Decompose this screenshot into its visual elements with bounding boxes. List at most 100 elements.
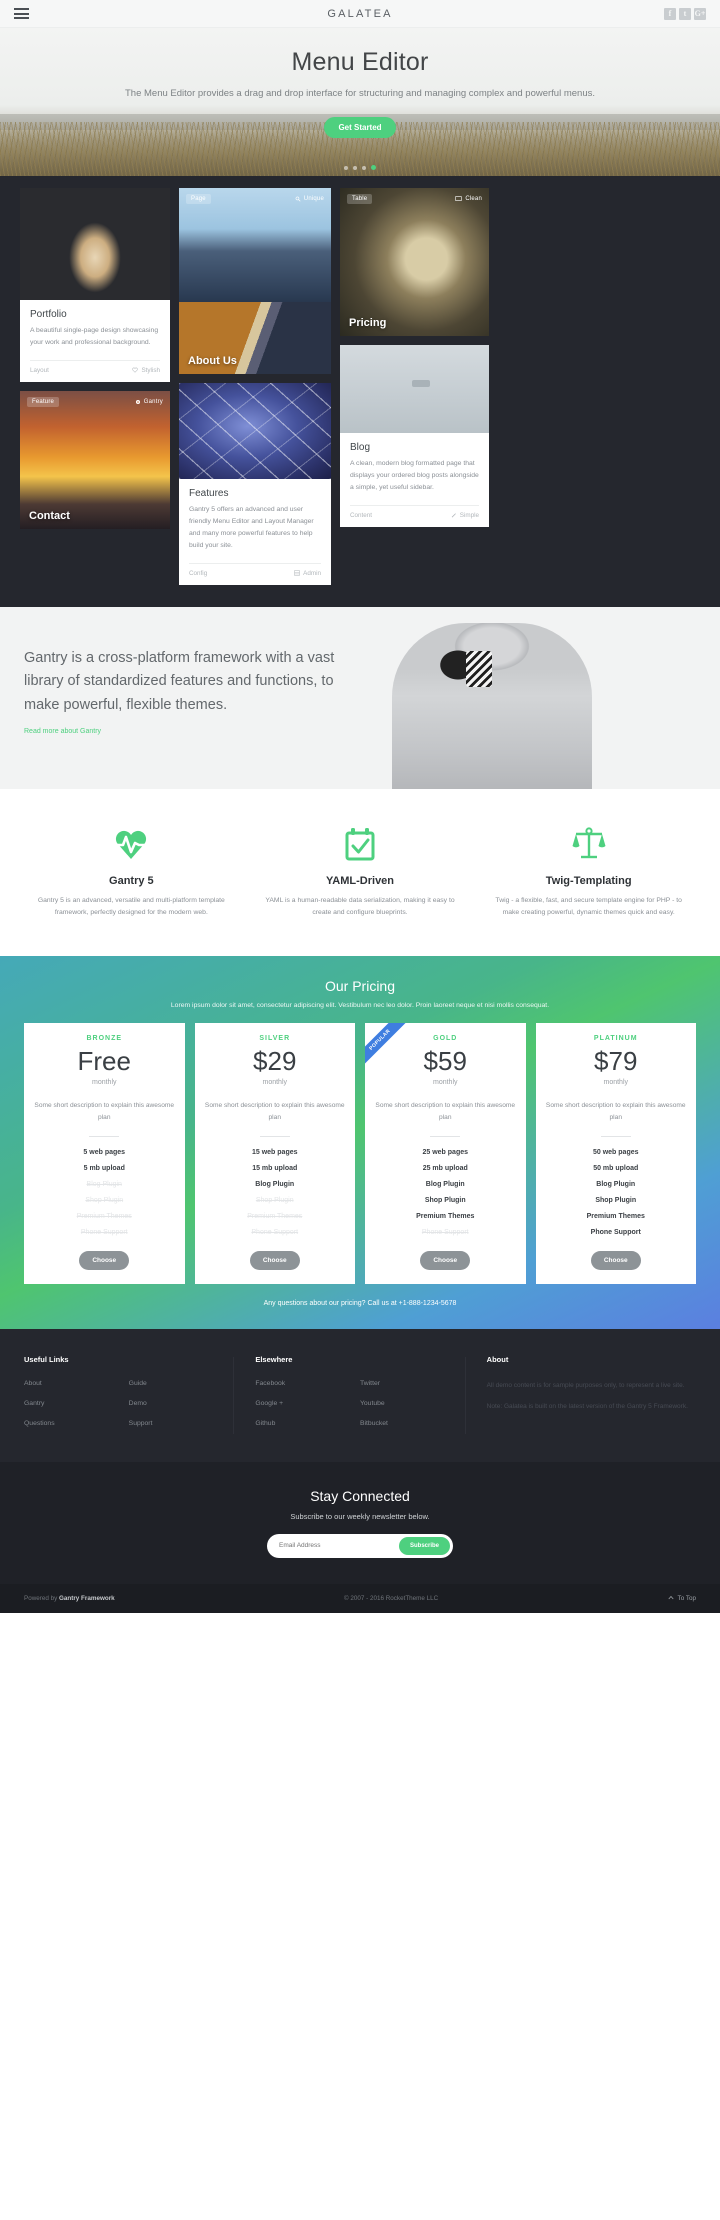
card-foot-right: Admin xyxy=(303,569,321,577)
plan-feature-disabled: Blog Plugin xyxy=(86,1180,122,1188)
card-foot-left: Config xyxy=(189,569,208,577)
card-text: A clean, modern blog formatted page that… xyxy=(350,460,479,491)
footer-useful-links: Useful Links About Guide Gantry Demo Que… xyxy=(24,1355,233,1440)
showcase-card-features[interactable]: Features Gantry 5 offers an advanced and… xyxy=(179,383,331,585)
tile-chip-right-label: Gantry xyxy=(143,398,163,405)
pricing-section: Our Pricing Lorem ipsum dolor sit amet, … xyxy=(0,956,720,1329)
tile-chip-right: Clean xyxy=(455,194,482,204)
showcase-grid: Portfolio A beautiful single-page design… xyxy=(0,176,720,607)
footer-link-support[interactable]: Support xyxy=(129,1420,234,1427)
get-started-button[interactable]: Get Started xyxy=(324,116,396,138)
feature-yaml: YAML-Driven YAML is a human-readable dat… xyxy=(253,823,468,921)
read-more-link[interactable]: Read more about Gantry xyxy=(24,728,101,735)
grid-icon xyxy=(294,570,300,576)
plan-price: $29 xyxy=(253,1046,297,1077)
feature-gantry5: Gantry 5 Gantry 5 is an advanced, versat… xyxy=(24,823,239,921)
hero-subtitle: The Menu Editor provides a drag and drop… xyxy=(125,88,595,99)
plan-feature: Shop Plugin xyxy=(424,1196,466,1204)
footer-link-gantry[interactable]: Gantry xyxy=(24,1400,129,1407)
twitter-icon[interactable]: t xyxy=(679,7,691,20)
tile-caption: Contact xyxy=(29,509,70,522)
pricing-plan-silver: SILVER $29 monthly Some short descriptio… xyxy=(194,1023,355,1284)
pricing-plan-bronze: BRONZE Free monthly Some short descripti… xyxy=(24,1023,185,1284)
plan-price: $79 xyxy=(594,1046,638,1077)
gear-icon xyxy=(135,399,140,404)
hero-title: Menu Editor xyxy=(291,48,429,76)
calendar-check-icon xyxy=(253,823,468,865)
slider-dot-1[interactable] xyxy=(344,165,348,170)
plan-feature-disabled: Premium Themes xyxy=(76,1212,132,1220)
showcase-tile-contact[interactable]: Feature Gantry Contact xyxy=(20,390,170,529)
site-footer: Useful Links About Guide Gantry Demo Que… xyxy=(0,1328,720,1462)
heart-icon xyxy=(132,367,139,373)
powered-brand[interactable]: Gantry Framework xyxy=(59,1595,115,1602)
intro-section: Gantry is a cross-platform framework wit… xyxy=(0,606,720,789)
plan-name: PLATINUM xyxy=(593,1035,638,1043)
slider-dot-3[interactable] xyxy=(362,165,366,170)
heartbeat-icon xyxy=(24,823,239,865)
about-image xyxy=(179,188,331,374)
footer-link-youtube[interactable]: Youtube xyxy=(360,1400,465,1407)
slider-dot-4-active[interactable] xyxy=(371,165,376,170)
newsletter-section: Stay Connected Subscribe to our weekly n… xyxy=(0,1461,720,1584)
plan-feature: Blog Plugin xyxy=(596,1180,636,1188)
tile-chip-left: Feature xyxy=(27,396,60,407)
footer-link-questions[interactable]: Questions xyxy=(24,1420,129,1427)
plan-feature-disabled: Phone Support xyxy=(251,1228,299,1236)
subscribe-button[interactable]: Subscribe xyxy=(398,1536,450,1555)
plan-feature-disabled: Shop Plugin xyxy=(255,1196,294,1204)
showcase-card-blog[interactable]: Blog A clean, modern blog formatted page… xyxy=(340,345,489,527)
features-section: Gantry 5 Gantry 5 is an advanced, versat… xyxy=(0,788,720,957)
divider xyxy=(430,1135,461,1137)
plan-description: Some short description to explain this a… xyxy=(545,1102,686,1121)
tile-chip-right-label: Clean xyxy=(465,196,482,202)
hero-section: Menu Editor The Menu Editor provides a d… xyxy=(0,28,720,176)
plan-feature: Phone Support xyxy=(590,1228,641,1236)
to-top-button[interactable]: To Top xyxy=(667,1595,696,1602)
plan-name: GOLD xyxy=(433,1035,458,1043)
footer-about: About All demo content is for sample pur… xyxy=(464,1355,696,1440)
feature-text: Gantry 5 is an advanced, versatile and m… xyxy=(37,896,225,917)
footer-link-twitter[interactable]: Twitter xyxy=(360,1380,465,1387)
plan-feature-disabled: Premium Themes xyxy=(247,1212,303,1220)
choose-button[interactable]: Choose xyxy=(79,1250,130,1270)
footer-about-p2: Note: Galatea is built on the latest ver… xyxy=(486,1403,688,1411)
intro-heading: Gantry is a cross-platform framework wit… xyxy=(24,649,335,713)
footer-heading: Elsewhere xyxy=(255,1354,293,1364)
footer-heading: Useful Links xyxy=(24,1354,69,1364)
plan-feature: 25 mb upload xyxy=(422,1164,468,1172)
footer-link-bitbucket[interactable]: Bitbucket xyxy=(360,1420,465,1427)
slider-dot-2[interactable] xyxy=(353,165,357,170)
site-brand[interactable]: GALATEA xyxy=(0,8,720,20)
plan-price: Free xyxy=(77,1046,131,1077)
showcase-card-portfolio[interactable]: Portfolio A beautiful single-page design… xyxy=(20,188,170,382)
plan-feature: 15 web pages xyxy=(251,1148,298,1156)
showcase-tile-pricing[interactable]: Table Clean Pricing xyxy=(340,188,489,336)
plan-feature: 50 mb upload xyxy=(593,1164,639,1172)
google-plus-icon[interactable]: G+ xyxy=(694,7,706,20)
choose-button[interactable]: Choose xyxy=(420,1250,471,1270)
choose-button[interactable]: Choose xyxy=(249,1250,300,1270)
card-text: Gantry 5 offers an advanced and user fri… xyxy=(189,506,314,549)
showcase-tile-about[interactable]: Page Unique About Us xyxy=(179,188,331,374)
chevron-up-icon xyxy=(667,1596,674,1600)
footer-link-about[interactable]: About xyxy=(24,1380,129,1387)
facebook-icon[interactable]: f xyxy=(664,7,676,20)
scales-icon xyxy=(481,823,696,865)
footer-link-googleplus[interactable]: Google + xyxy=(255,1400,360,1407)
plan-name: SILVER xyxy=(259,1035,291,1043)
pricing-plan-gold: POPULAR GOLD $59 monthly Some short desc… xyxy=(365,1023,526,1284)
plan-feature-disabled: Phone Support xyxy=(80,1228,128,1236)
footer-link-github[interactable]: Github xyxy=(255,1420,360,1427)
footer-link-facebook[interactable]: Facebook xyxy=(255,1380,360,1387)
choose-button[interactable]: Choose xyxy=(590,1250,641,1270)
email-input[interactable] xyxy=(270,1542,399,1550)
footer-link-guide[interactable]: Guide xyxy=(129,1380,234,1387)
footer-link-demo[interactable]: Demo xyxy=(129,1400,234,1407)
feature-twig: Twig-Templating Twig - a flexible, fast,… xyxy=(481,823,696,921)
plan-feature: 5 mb upload xyxy=(83,1164,125,1172)
card-foot-right: Simple xyxy=(459,511,479,519)
plan-description: Some short description to explain this a… xyxy=(375,1102,516,1121)
pricing-contact-note: Any questions about our pricing? Call us… xyxy=(263,1299,457,1307)
divider xyxy=(89,1135,120,1137)
